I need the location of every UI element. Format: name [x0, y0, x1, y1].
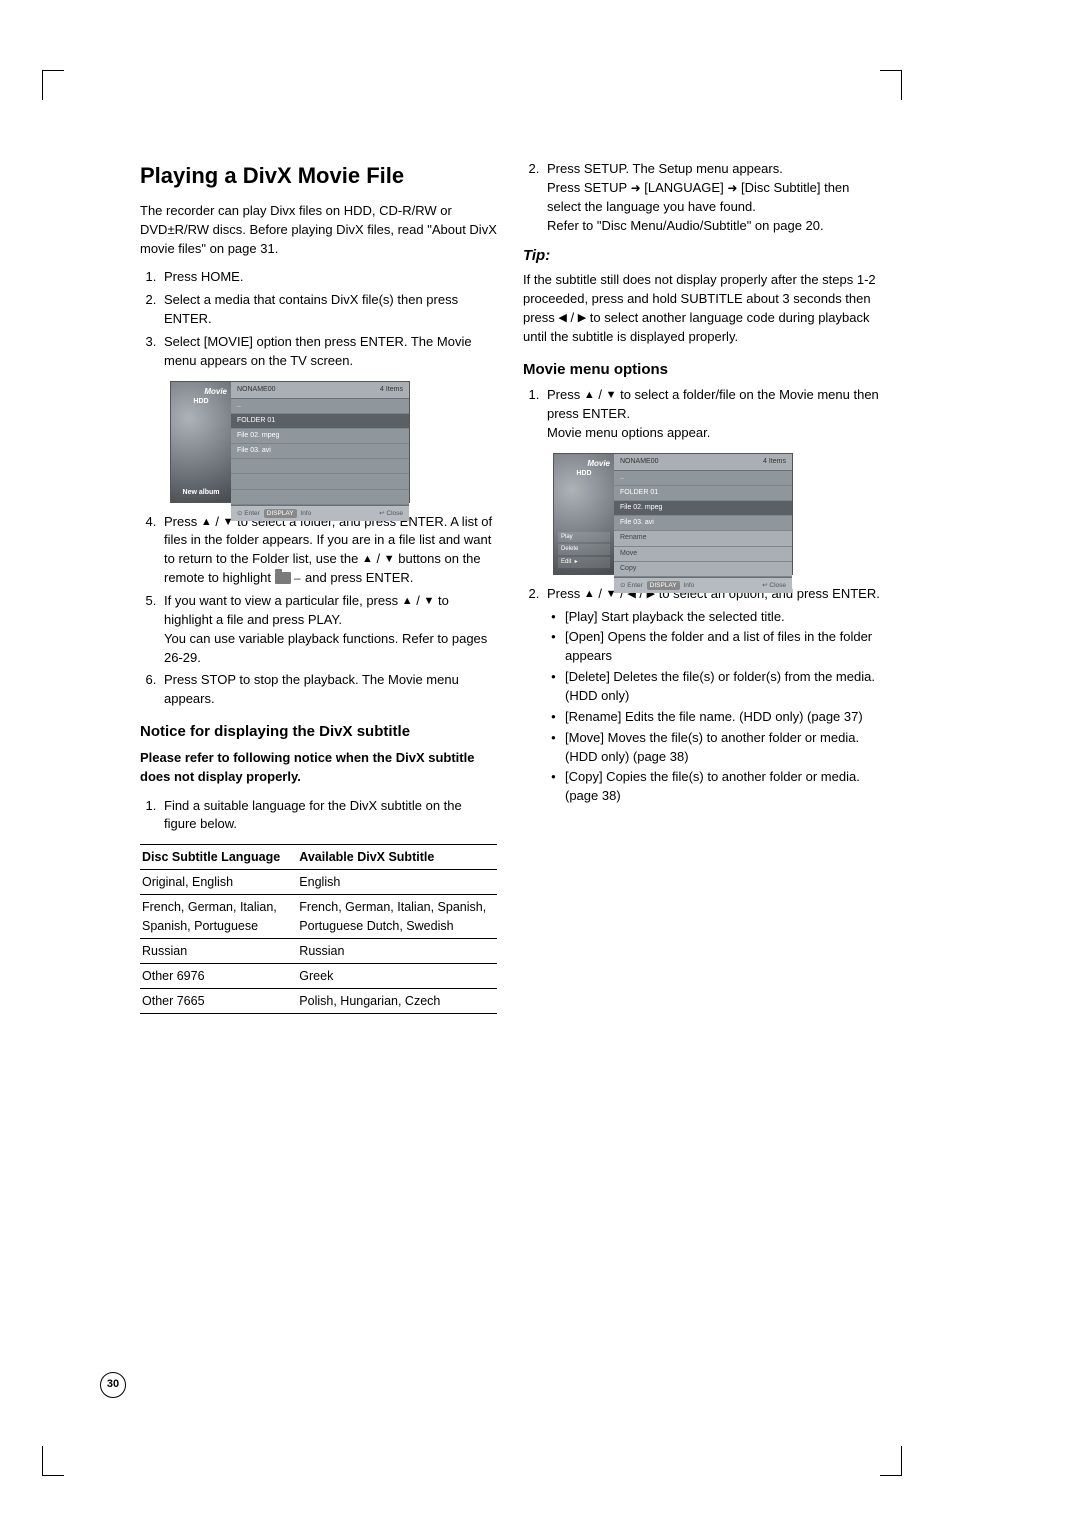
shot1-row-empty: [231, 474, 409, 489]
shot1-foot-left: ⊙ Enter DISPLAY Info: [237, 509, 311, 518]
bullet-rename: [Rename] Edits the file name. (HDD only)…: [565, 708, 880, 727]
page-title: Playing a DivX Movie File: [140, 160, 497, 192]
shot2-foot-left: ⊙ Enter DISPLAY Info: [620, 581, 694, 590]
step-2: Select a media that contains DivX file(s…: [160, 291, 497, 329]
shot2-row: Rename: [614, 531, 792, 546]
crop-mark: [42, 70, 64, 100]
table-head-1: Available DivX Subtitle: [297, 845, 497, 870]
notice-step-1: Find a suitable language for the DivX su…: [160, 797, 497, 835]
shot1-hdd-label: HDD: [175, 397, 227, 407]
table-head-0: Disc Subtitle Language: [140, 845, 297, 870]
up-icon: ▲: [201, 515, 212, 531]
table-row: French, German, Italian, Spanish, Portug…: [140, 895, 497, 938]
down-icon: ▼: [423, 594, 434, 610]
shot2-foot-right: ↩ Close: [762, 581, 786, 590]
shot1-row: File 02. mpeg: [231, 429, 409, 444]
tip-body: If the subtitle still does not display p…: [523, 271, 880, 346]
shot2-row: File 03. avi: [614, 516, 792, 531]
shot1-row: FOLDER 01: [231, 414, 409, 429]
shot2-hdd-label: HDD: [558, 469, 610, 479]
movie-menu-steps-cont: Press ▲ / ▼ / ◀ / ▶ to select an option,…: [523, 585, 880, 806]
shot2-count: 4 Items: [763, 457, 786, 467]
step-3: Select [MOVIE] option then press ENTER. …: [160, 333, 497, 371]
table-row: Other 7665Polish, Hungarian, Czech: [140, 988, 497, 1013]
shot2-row: File 02. mpeg: [614, 501, 792, 516]
shot2-menu-play: Play: [558, 532, 610, 543]
shot1-row-empty: [231, 490, 409, 505]
up-icon: ▲: [402, 594, 413, 610]
intro-paragraph: The recorder can play Divx files on HDD,…: [140, 202, 497, 259]
shot2-row: Copy: [614, 562, 792, 577]
movie-menu-heading: Movie menu options: [523, 359, 880, 381]
step-1: Press HOME.: [160, 268, 497, 287]
shot2-titlebar: NONAME00: [620, 457, 659, 467]
shot1-foot-right: ↩ Close: [379, 509, 403, 518]
notice-steps: Find a suitable language for the DivX su…: [140, 797, 497, 835]
bullet-move: [Move] Moves the file(s) to another fold…: [565, 729, 880, 767]
options-bullet-list: [Play] Start playback the selected title…: [547, 608, 880, 806]
right-column: Press SETUP. The Setup menu appears. Pre…: [523, 160, 880, 1014]
table-row: Other 6976Greek: [140, 963, 497, 988]
bullet-copy: [Copy] Copies the file(s) to another fol…: [565, 768, 880, 806]
right-arrow-icon: ➜: [631, 181, 641, 195]
movie-step-1: Press ▲ / ▼ to select a folder/file on t…: [543, 386, 880, 443]
shot2-menu-edit: Edit ▸: [558, 557, 610, 568]
right-arrow-icon: ➜: [727, 181, 737, 195]
down-icon: ▼: [384, 552, 395, 568]
up-icon: ▲: [584, 388, 595, 404]
down-icon: ▼: [606, 388, 617, 404]
movie-menu-steps: Press ▲ / ▼ to select a folder/file on t…: [523, 386, 880, 443]
tip-heading: Tip:: [523, 245, 880, 267]
shot1-new-album: New album: [175, 488, 227, 498]
up-icon: ▲: [362, 552, 373, 568]
page-number: 30: [100, 1372, 126, 1398]
setup-step-2: Press SETUP. The Setup menu appears. Pre…: [543, 160, 880, 235]
main-steps-list-cont: Press ▲ / ▼ to select a folder, and pres…: [140, 513, 497, 709]
crop-mark: [42, 1446, 64, 1476]
setup-steps: Press SETUP. The Setup menu appears. Pre…: [523, 160, 880, 235]
shot2-row: Move: [614, 547, 792, 562]
left-icon: ◀: [558, 311, 566, 327]
page-content: Playing a DivX Movie File The recorder c…: [140, 160, 880, 1014]
crop-mark: [880, 1446, 902, 1476]
movie-step-2: Press ▲ / ▼ / ◀ / ▶ to select an option,…: [543, 585, 880, 806]
folder-up-icon: [275, 572, 291, 584]
crop-mark: [880, 70, 902, 100]
bullet-delete: [Delete] Deletes the file(s) or folder(s…: [565, 668, 880, 706]
shot1-row: File 03. avi: [231, 444, 409, 459]
notice-heading: Notice for displaying the DivX subtitle: [140, 721, 497, 743]
shot1-row: ..: [231, 399, 409, 414]
bullet-open: [Open] Opens the folder and a list of fi…: [565, 628, 880, 666]
shot1-side-title: Movie: [175, 386, 227, 398]
shot1-row-empty: [231, 459, 409, 474]
shot2-row: FOLDER 01: [614, 486, 792, 501]
right-icon: ▶: [578, 311, 586, 327]
bullet-play: [Play] Start playback the selected title…: [565, 608, 880, 627]
step-4: Press ▲ / ▼ to select a folder, and pres…: [160, 513, 497, 588]
shot2-menu-delete: Delete: [558, 544, 610, 555]
shot2-row: ..: [614, 471, 792, 486]
table-row: RussianRussian: [140, 938, 497, 963]
up-icon: ▲: [584, 587, 595, 603]
shot1-titlebar: NONAME00: [237, 385, 276, 395]
shot1-count: 4 Items: [380, 385, 403, 395]
main-steps-list: Press HOME. Select a media that contains…: [140, 268, 497, 370]
left-column: Playing a DivX Movie File The recorder c…: [140, 160, 497, 1014]
notice-bold: Please refer to following notice when th…: [140, 750, 474, 784]
movie-menu-screenshot-2: Movie HDD Play Delete Edit ▸ NONAME00 4 …: [553, 453, 793, 575]
shot2-side-title: Movie: [558, 458, 610, 470]
step-5: If you want to view a particular file, p…: [160, 592, 497, 667]
subtitle-language-table: Disc Subtitle Language Available DivX Su…: [140, 844, 497, 1014]
movie-menu-screenshot-1: Movie HDD New album NONAME00 4 Items .. …: [170, 381, 410, 503]
table-row: Original, EnglishEnglish: [140, 870, 497, 895]
step-6: Press STOP to stop the playback. The Mov…: [160, 671, 497, 709]
